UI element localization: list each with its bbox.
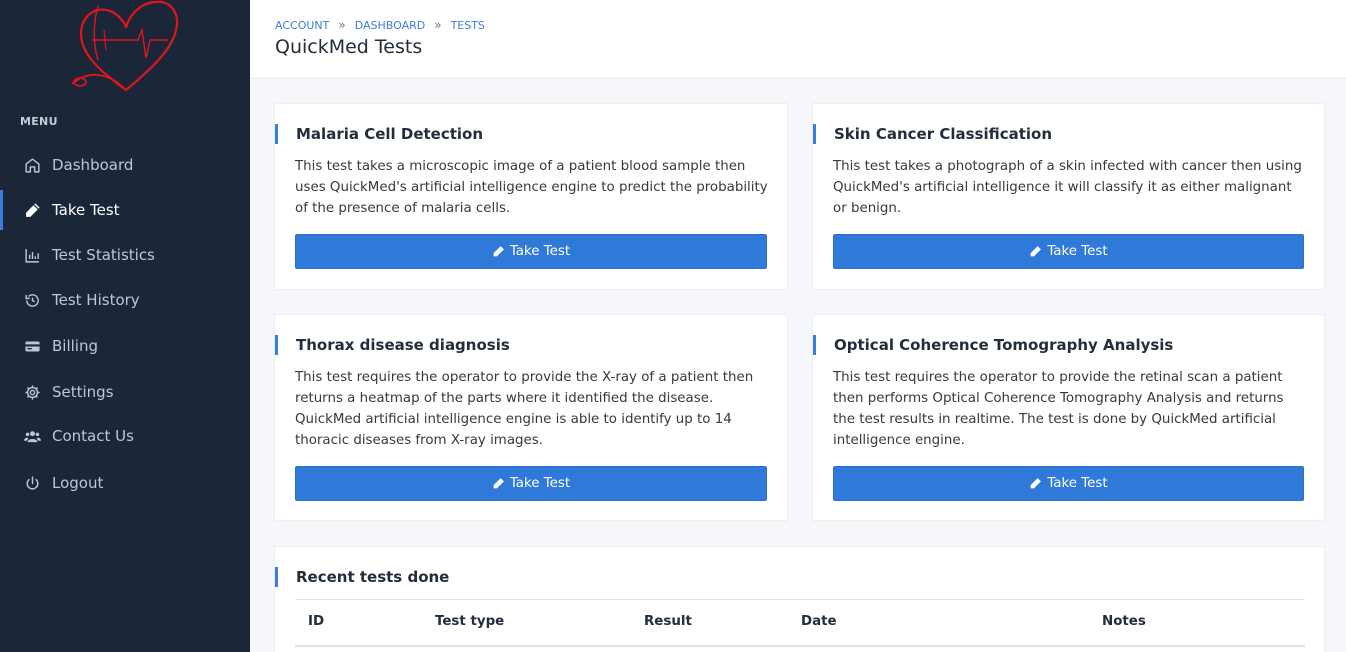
- table-header: ID Test type Result Date Notes: [295, 599, 1305, 647]
- page-header: ACCOUNT » DASHBOARD » TESTS QuickMed Tes…: [250, 0, 1346, 79]
- pencil-icon: [493, 478, 504, 489]
- column-header-id[interactable]: ID: [308, 614, 324, 629]
- breadcrumb-separator-icon: »: [434, 18, 442, 32]
- breadcrumb-item-tests[interactable]: TESTS: [451, 19, 485, 32]
- take-test-button[interactable]: Take Test: [833, 466, 1304, 501]
- users-icon: [22, 426, 42, 446]
- sidebar-item-settings[interactable]: Settings: [0, 372, 250, 412]
- card-title: Thorax disease diagnosis: [275, 335, 510, 355]
- sidebar-item-dashboard[interactable]: Dashboard: [0, 145, 250, 185]
- heart-logo[interactable]: [68, 0, 184, 94]
- sidebar-item-label: Billing: [52, 337, 98, 355]
- test-card-thorax: Thorax disease diagnosis This test requi…: [274, 314, 788, 521]
- pencil-icon: [493, 246, 504, 257]
- power-icon: [22, 473, 42, 493]
- card-title: Skin Cancer Classification: [813, 124, 1052, 144]
- sidebar-item-label: Settings: [52, 383, 114, 401]
- card-description: This test requires the operator to provi…: [295, 370, 754, 448]
- sidebar-item-label: Contact Us: [52, 427, 134, 445]
- pencil-icon: [1030, 478, 1042, 489]
- pencil-icon: [22, 200, 42, 220]
- test-card-skin-cancer: Skin Cancer Classification This test tak…: [812, 103, 1325, 290]
- card-description: This test takes a photograph of a skin i…: [833, 159, 1302, 216]
- sidebar-item-label: Logout: [52, 474, 104, 492]
- button-label: Take Test: [1047, 476, 1108, 491]
- pencil-icon: [1030, 246, 1042, 257]
- breadcrumb-separator-icon: »: [338, 18, 346, 32]
- test-card-malaria: Malaria Cell Detection This test takes a…: [274, 103, 788, 290]
- sidebar-item-label: Test History: [52, 291, 140, 309]
- breadcrumb: ACCOUNT » DASHBOARD » TESTS: [275, 18, 485, 32]
- sidebar-item-label: Take Test: [52, 201, 120, 219]
- breadcrumb-item-account[interactable]: ACCOUNT: [275, 19, 329, 32]
- column-header-date[interactable]: Date: [801, 614, 837, 629]
- menu-header: MENU: [20, 115, 58, 128]
- card-title: Malaria Cell Detection: [275, 124, 483, 144]
- take-test-button[interactable]: Take Test: [295, 234, 767, 269]
- history-icon: [22, 290, 42, 310]
- card-title: Optical Coherence Tomography Analysis: [813, 335, 1173, 355]
- column-header-notes[interactable]: Notes: [1102, 614, 1146, 629]
- gear-icon: [22, 382, 42, 402]
- sidebar-item-label: Test Statistics: [52, 246, 155, 264]
- home-icon: [22, 155, 42, 175]
- sidebar-item-label: Dashboard: [52, 156, 134, 174]
- sidebar-item-logout[interactable]: Logout: [0, 463, 250, 503]
- credit-card-icon: [22, 336, 42, 356]
- card-description: This test requires the operator to provi…: [833, 370, 1284, 448]
- button-label: Take Test: [1047, 244, 1108, 259]
- sidebar-item-billing[interactable]: Billing: [0, 326, 250, 366]
- take-test-button[interactable]: Take Test: [833, 234, 1304, 269]
- sidebar-item-contact-us[interactable]: Contact Us: [0, 416, 250, 456]
- button-label: Take Test: [509, 476, 571, 491]
- take-test-button[interactable]: Take Test: [295, 466, 767, 501]
- sidebar-item-test-history[interactable]: Test History: [0, 280, 250, 320]
- sidebar-item-take-test[interactable]: Take Test: [0, 190, 250, 230]
- column-header-test-type[interactable]: Test type: [435, 614, 504, 629]
- test-card-oct: Optical Coherence Tomography Analysis Th…: [812, 314, 1325, 521]
- bar-chart-icon: [22, 245, 42, 265]
- page-title: QuickMed Tests: [275, 36, 423, 58]
- column-header-result[interactable]: Result: [644, 614, 692, 629]
- sidebar: MENU Dashboard Take Test Test Statistics…: [0, 0, 250, 652]
- recent-tests-card: Recent tests done ID Test type Result Da…: [274, 546, 1325, 652]
- card-description: This test takes a microscopic image of a…: [295, 159, 768, 216]
- breadcrumb-item-dashboard[interactable]: DASHBOARD: [355, 19, 426, 32]
- card-title: Recent tests done: [275, 567, 449, 587]
- button-label: Take Test: [509, 244, 571, 259]
- sidebar-item-test-statistics[interactable]: Test Statistics: [0, 235, 250, 275]
